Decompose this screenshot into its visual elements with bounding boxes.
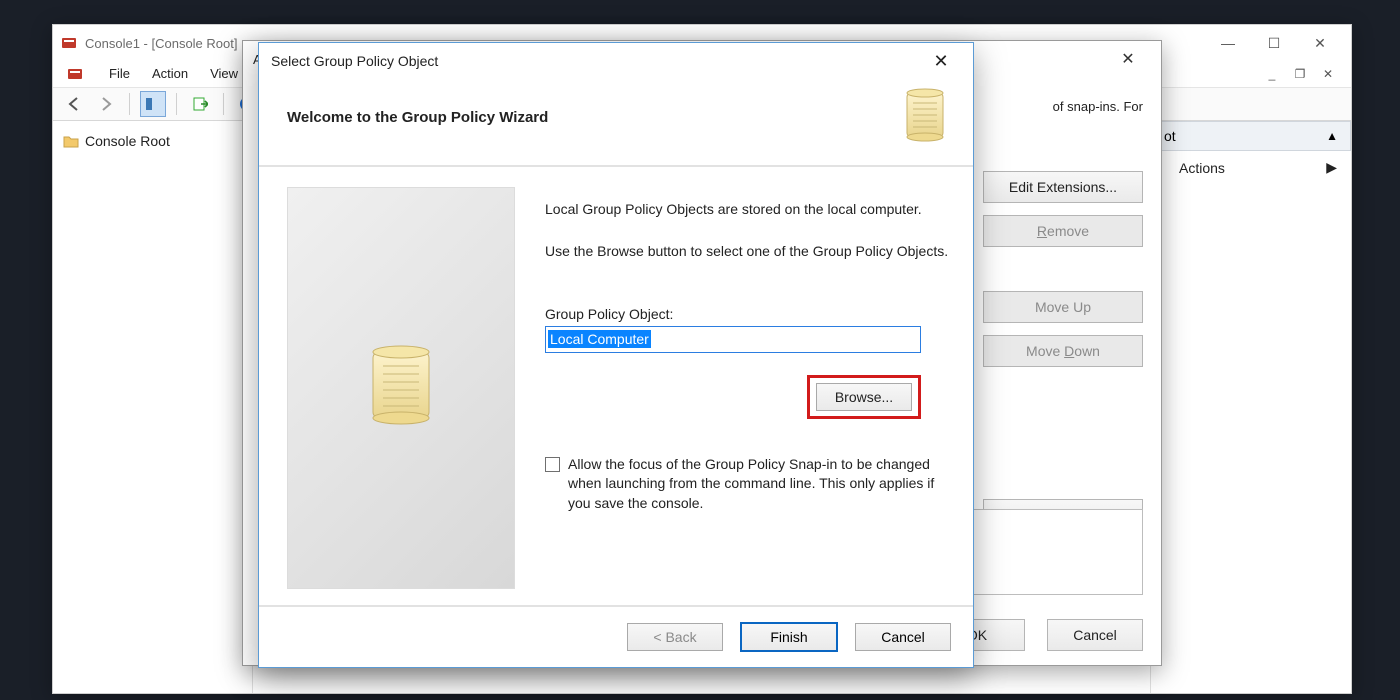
allow-focus-checkbox-label: Allow the focus of the Group Policy Snap… — [568, 455, 951, 514]
gpo-sidebar-image — [287, 187, 515, 589]
mmc-tree-pane: Console Root — [53, 121, 253, 693]
browse-highlight: Browse... — [807, 375, 921, 419]
nav-back-button[interactable] — [61, 91, 87, 117]
maximize-button[interactable]: ☐ — [1251, 28, 1297, 58]
toolbar-separator — [176, 93, 177, 115]
remove-button[interactable]: Remove — [983, 215, 1143, 247]
move-down-button[interactable]: Move Down — [983, 335, 1143, 367]
snapins-hint-text: of snap-ins. For — [1053, 99, 1143, 114]
scroll-icon — [897, 87, 953, 147]
gpo-header: Welcome to the Group Policy Wizard — [259, 79, 973, 167]
gpo-wizard-dialog: Select Group Policy Object ✕ Welcome to … — [258, 42, 974, 668]
tree-item-label: Console Root — [85, 133, 170, 149]
menu-action[interactable]: Action — [152, 66, 188, 81]
toolbar-separator — [223, 93, 224, 115]
gpo-title-text: Select Group Policy Object — [271, 53, 438, 69]
mdi-controls: _ ❐ ✕ — [1263, 66, 1337, 82]
export-list-button[interactable] — [187, 91, 213, 117]
mmc-menubar-icon — [67, 66, 83, 82]
chevron-up-icon: ▲ — [1326, 129, 1338, 143]
actions-pane-header-label: ot — [1164, 128, 1176, 144]
gpo-intro-text-1: Local Group Policy Objects are stored on… — [545, 199, 951, 219]
close-button[interactable]: ✕ — [921, 47, 961, 75]
actions-pane-more-actions[interactable]: Actions ▶ — [1151, 151, 1351, 184]
actions-pane-header[interactable]: ot ▲ — [1151, 121, 1351, 151]
mdi-close-button[interactable]: ✕ — [1319, 66, 1337, 82]
menu-file[interactable]: File — [109, 66, 130, 81]
tree-item-console-root[interactable]: Console Root — [61, 129, 244, 153]
show-tree-button[interactable] — [140, 91, 166, 117]
mmc-app-icon — [61, 35, 77, 51]
browse-button[interactable]: Browse... — [816, 383, 912, 411]
gpo-right-column: Local Group Policy Objects are stored on… — [545, 187, 951, 607]
gpo-content: Local Group Policy Objects are stored on… — [259, 167, 973, 607]
nav-forward-button[interactable] — [93, 91, 119, 117]
remove-label: Remove — [1037, 223, 1089, 239]
gpo-header-title: Welcome to the Group Policy Wizard — [287, 109, 548, 126]
move-down-label: Move Down — [1026, 343, 1100, 359]
cancel-button[interactable]: Cancel — [1047, 619, 1143, 651]
move-up-button[interactable]: Move Up — [983, 291, 1143, 323]
menu-view[interactable]: View — [210, 66, 238, 81]
finish-button[interactable]: Finish — [741, 623, 837, 651]
folder-icon — [63, 134, 79, 148]
minimize-button[interactable]: — — [1205, 28, 1251, 58]
gpo-field-label: Group Policy Object: — [545, 306, 951, 322]
chevron-right-icon: ▶ — [1326, 159, 1337, 176]
actions-pane-row-label: Actions — [1179, 160, 1225, 176]
gpo-intro-text-2: Use the Browse button to select one of t… — [545, 241, 951, 261]
gpo-footer: < Back Finish Cancel — [259, 605, 973, 667]
scroll-icon — [359, 342, 443, 434]
back-button[interactable]: < Back — [627, 623, 723, 651]
mdi-minimize-button[interactable]: _ — [1263, 66, 1281, 82]
edit-extensions-button[interactable]: Edit Extensions... — [983, 171, 1143, 203]
cancel-button[interactable]: Cancel — [855, 623, 951, 651]
gpo-titlebar[interactable]: Select Group Policy Object ✕ — [259, 43, 973, 79]
mmc-window-controls: — ☐ ✕ — [1205, 28, 1343, 58]
mdi-restore-button[interactable]: ❐ — [1291, 66, 1309, 82]
allow-focus-checkbox[interactable] — [545, 457, 560, 472]
mmc-actions-pane: ot ▲ Actions ▶ — [1151, 121, 1351, 693]
close-button[interactable]: ✕ — [1105, 44, 1151, 74]
gpo-object-value: Local Computer — [548, 330, 651, 348]
close-button[interactable]: ✕ — [1297, 28, 1343, 58]
snapins-side-buttons: Edit Extensions... Remove Move Up Move D… — [983, 171, 1143, 367]
toolbar-separator — [129, 93, 130, 115]
gpo-object-input[interactable]: Local Computer — [545, 326, 921, 353]
